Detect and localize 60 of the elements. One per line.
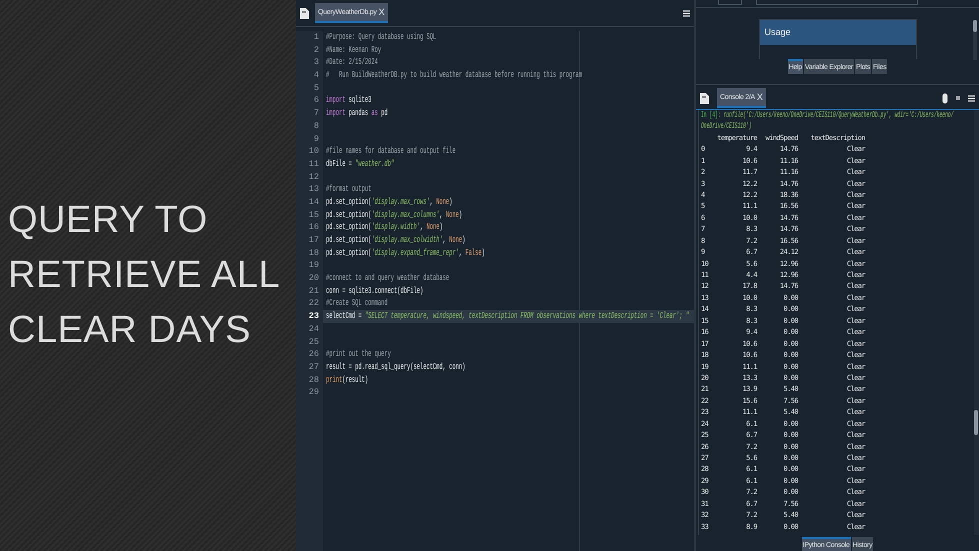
line-number: 26 bbox=[308, 348, 320, 361]
line-number: 8 bbox=[312, 120, 320, 132]
line-number: 17 bbox=[308, 234, 320, 247]
line-number: 24 bbox=[308, 322, 320, 336]
code-line: conn = sqlite3.connect(dbFile) bbox=[326, 284, 424, 298]
code-line: pd.set_option('display.max_colwidth', None) bbox=[326, 234, 466, 247]
line-number: 10 bbox=[308, 145, 320, 158]
code-line: dbFile = "weather.db" bbox=[326, 158, 394, 171]
menu-icon[interactable] bbox=[968, 94, 975, 102]
code-line: #Name: Keenan Roy bbox=[326, 44, 382, 56]
line-number: 1 bbox=[312, 31, 320, 44]
code-line: #connect to and query weather database bbox=[326, 272, 450, 285]
line-number: 6 bbox=[312, 94, 320, 108]
code-line: pd.set_option('display.max_columns', None) bbox=[326, 208, 462, 222]
line-number: 5 bbox=[312, 82, 320, 94]
code-line: pd.set_option('display.expand_frame_repr', False) bbox=[326, 246, 485, 260]
line-number: 3 bbox=[312, 56, 320, 70]
scrollbar[interactable] bbox=[974, 110, 979, 535]
code-line: import pandas as pd bbox=[326, 107, 388, 120]
line-number: 21 bbox=[308, 284, 320, 298]
code-line: #format output bbox=[326, 183, 372, 196]
line-number: 20 bbox=[308, 272, 320, 285]
code-line: import sqlite3 bbox=[326, 94, 372, 108]
usage-heading: Usage bbox=[760, 20, 916, 45]
line-number: 12 bbox=[308, 170, 320, 184]
line-number: 7 bbox=[312, 107, 320, 120]
menu-icon[interactable] bbox=[683, 10, 690, 16]
console-command: OneDrive/CEIS110') bbox=[701, 121, 752, 133]
code-line: #print out the query bbox=[326, 348, 391, 361]
line-number: 13 bbox=[308, 183, 320, 196]
line-number: 15 bbox=[308, 208, 320, 222]
code-line: #Date: 2/15/2024 bbox=[326, 56, 378, 70]
line-number: 16 bbox=[308, 221, 320, 234]
code-line: # Run BuildWeatherDB.py to build weather database before running this program bbox=[326, 69, 582, 82]
line-number: 18 bbox=[308, 246, 320, 260]
code-line: result = pd.read_sql_query(selectCmd, conn) bbox=[326, 360, 466, 374]
line-number: 23 bbox=[308, 310, 320, 323]
line-number: 22 bbox=[308, 297, 320, 310]
line-number: 9 bbox=[312, 132, 320, 146]
file-icon[interactable] bbox=[300, 8, 309, 18]
code-line: #Create SQL command bbox=[326, 297, 388, 310]
code-line: pd.set_option('display.width', None) bbox=[326, 221, 443, 234]
line-number: 14 bbox=[308, 196, 320, 209]
code-line: pd.set_option('display.max_rows', None) bbox=[326, 196, 452, 209]
line-number: 27 bbox=[308, 360, 320, 374]
line-number: 29 bbox=[308, 386, 320, 399]
console-command: In [4]: runfile('C:/Users/keeno/OneDrive/CEIS110/QueryWeatherDb.py', wdir='C:/Users/keeno/ bbox=[701, 110, 954, 122]
line-number: 19 bbox=[308, 259, 320, 272]
line-number: 28 bbox=[308, 374, 320, 386]
code-line: print(result) bbox=[326, 374, 368, 386]
file-icon[interactable] bbox=[700, 92, 709, 104]
code-line: #Purpose: Query database using SQL bbox=[326, 31, 436, 44]
slide-title: QUERY TO RETRIEVE ALL CLEAR DAYS bbox=[8, 198, 280, 353]
line-number: 4 bbox=[312, 69, 320, 82]
code-line: #file names for database and output file bbox=[326, 145, 456, 158]
code-line: selectCmd = "SELECT temperature, windspeed, textDescription FROM observations where textDescription = 'Clear'; " bbox=[326, 310, 689, 323]
scrollbar[interactable] bbox=[973, 20, 977, 60]
line-number: 11 bbox=[308, 158, 320, 171]
line-number: 25 bbox=[308, 336, 320, 348]
line-number: 2 bbox=[312, 44, 320, 56]
